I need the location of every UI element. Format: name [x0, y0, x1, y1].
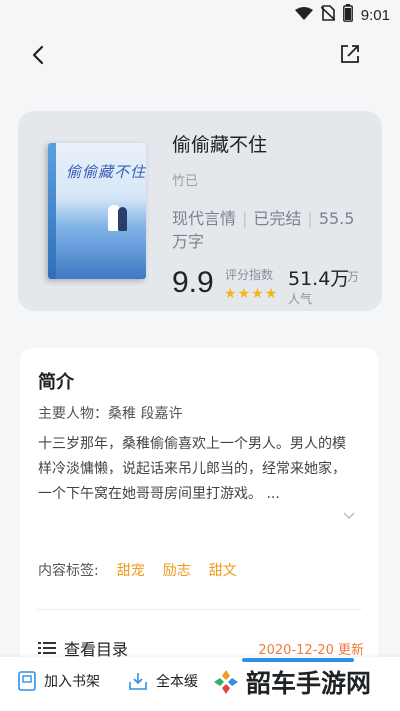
- share-button[interactable]: [336, 40, 364, 68]
- score-value: 9.9: [172, 266, 214, 299]
- star-icon: ★: [224, 286, 238, 302]
- book-meta: 现代言情 | 已完结 | 55.5万字: [172, 209, 355, 251]
- no-sim-icon: [320, 5, 336, 25]
- star-rating: ★★★★: [224, 286, 278, 302]
- book-status: 已完结: [253, 209, 302, 228]
- book-category: 现代言情: [172, 209, 237, 228]
- battery-icon: [342, 4, 353, 26]
- watermark-text: 韶车手游网: [246, 669, 372, 698]
- back-arrow-icon: [32, 45, 44, 65]
- book-cover[interactable]: 偷偷藏不住: [48, 143, 146, 279]
- watermark-logo: [214, 670, 238, 694]
- add-to-shelf-button[interactable]: 加入书架: [18, 671, 100, 691]
- bookshelf-icon: [18, 671, 36, 691]
- cover-spine: [48, 143, 56, 279]
- popularity-value: 51.4万: [288, 268, 350, 290]
- cover-figure: [118, 207, 127, 231]
- chevron-down-icon: [343, 512, 355, 520]
- tag-item[interactable]: 励志: [163, 560, 191, 580]
- update-date: 2020-12-20 更新: [258, 643, 364, 658]
- tag-item[interactable]: 甜文: [209, 560, 237, 580]
- header: [0, 28, 400, 84]
- tag-item[interactable]: 甜宠: [117, 560, 145, 580]
- star-icon: ★: [264, 286, 279, 302]
- main-characters: 主要人物：桑稚 段嘉许: [38, 406, 183, 422]
- read-button-edge[interactable]: [242, 658, 354, 662]
- book-author[interactable]: 竹已: [172, 170, 198, 189]
- download-all-label: 全本缓: [156, 674, 198, 690]
- status-time: 9:01: [360, 6, 390, 24]
- book-summary[interactable]: 十三岁那年，桑稚偷偷喜欢上一个男人。男人的模样冷淡慵懒，说起话来吊儿郎当的，经常…: [38, 432, 358, 507]
- popularity-label: 人气: [288, 292, 313, 306]
- intro-title: 简介: [38, 372, 74, 393]
- book-title: 偷偷藏不住: [172, 134, 268, 156]
- star-icon: ★: [237, 286, 252, 302]
- add-to-shelf-label: 加入书架: [44, 674, 100, 690]
- download-all-button[interactable]: 全本缓: [128, 671, 198, 691]
- status-bar: 9:01: [0, 0, 400, 28]
- wifi-icon: [294, 6, 313, 25]
- back-button[interactable]: [24, 40, 54, 70]
- cover-title: 偷偷藏不住: [66, 163, 146, 181]
- star-icon: ★: [251, 286, 265, 302]
- watermark: 韶车手游网: [212, 664, 371, 700]
- tags-label: 内容标签:: [38, 563, 99, 579]
- list-icon: [38, 642, 56, 654]
- popularity-unit: 万: [347, 270, 360, 284]
- expand-summary-button[interactable]: [342, 508, 356, 522]
- download-icon: [129, 673, 147, 690]
- divider: [36, 609, 362, 610]
- intro-card: 简介 主要人物：桑稚 段嘉许 十三岁那年，桑稚偷偷喜欢上一个男人。男人的模样冷淡…: [20, 348, 378, 678]
- score-label: 评分指数: [225, 268, 274, 282]
- share-icon: [341, 45, 359, 63]
- status-icons: 9:01: [294, 4, 390, 26]
- content-tags: 内容标签: 甜宠 励志 甜文: [38, 560, 237, 580]
